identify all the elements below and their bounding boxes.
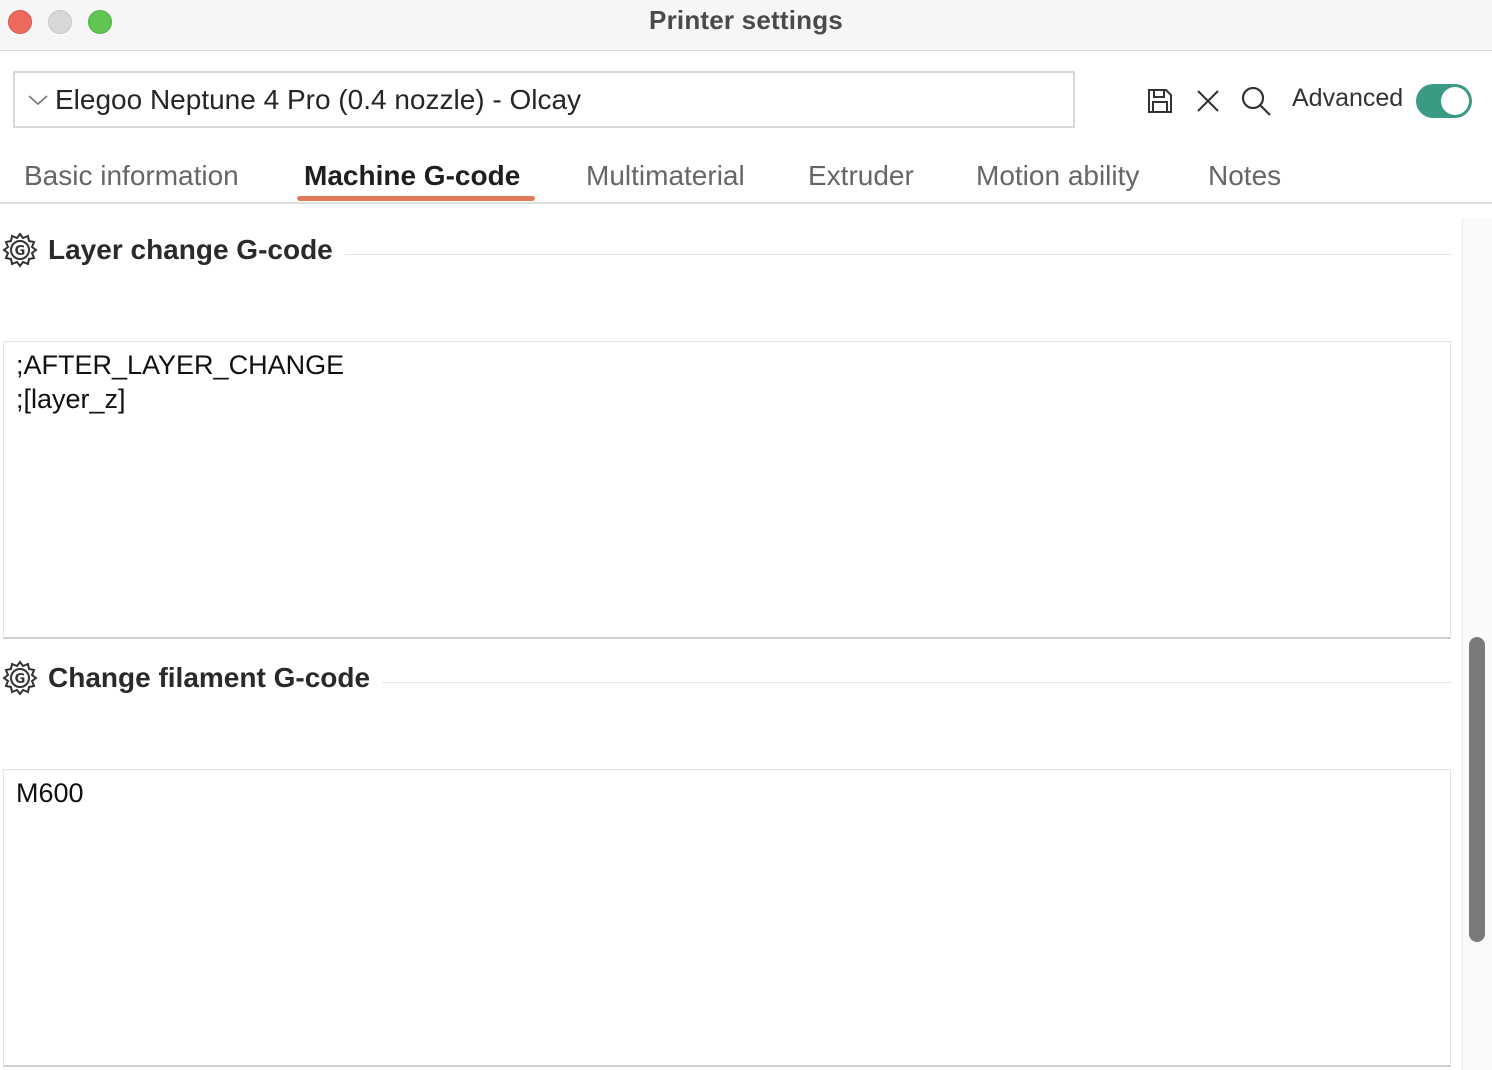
section-title-layer-change: Layer change G-code: [48, 234, 345, 266]
close-icon[interactable]: [1192, 85, 1224, 117]
settings-content-area: G Layer change G-code G Change filament …: [0, 206, 1462, 1070]
window-title: Printer settings: [649, 5, 843, 35]
tab-machine-gcode[interactable]: Machine G-code: [304, 160, 520, 192]
active-tab-indicator: [297, 196, 535, 201]
tab-motion-ability[interactable]: Motion ability: [976, 160, 1139, 192]
section-title-change-filament: Change filament G-code: [48, 662, 383, 694]
layer-change-gcode-editor[interactable]: [3, 341, 1451, 639]
printer-settings-window: Printer settings Elegoo Neptune 4 Pro (0…: [0, 0, 1492, 1070]
search-icon[interactable]: [1240, 85, 1272, 117]
svg-text:G: G: [15, 672, 26, 687]
change-filament-gcode-editor[interactable]: [3, 769, 1451, 1067]
toggle-knob: [1441, 87, 1469, 115]
tab-notes[interactable]: Notes: [1208, 160, 1281, 192]
save-icon[interactable]: [1144, 85, 1176, 117]
tab-basic-information[interactable]: Basic information: [24, 160, 239, 192]
settings-tab-bar: Basic information Machine G-code Multima…: [0, 150, 1492, 204]
section-header-change-filament: G Change filament G-code: [2, 660, 1452, 700]
gcode-gear-icon: G: [2, 660, 38, 696]
vertical-scrollbar-thumb[interactable]: [1469, 637, 1485, 942]
preset-selected-value: Elegoo Neptune 4 Pro (0.4 nozzle) - Olca…: [55, 83, 582, 115]
advanced-mode-toggle[interactable]: [1416, 84, 1472, 118]
chevron-down-icon: [27, 89, 49, 111]
section-header-layer-change: G Layer change G-code: [2, 232, 1452, 272]
advanced-mode-label: Advanced: [1292, 84, 1404, 112]
tab-multimaterial[interactable]: Multimaterial: [586, 160, 745, 192]
tab-extruder[interactable]: Extruder: [808, 160, 914, 192]
printer-preset-dropdown[interactable]: Elegoo Neptune 4 Pro (0.4 nozzle) - Olca…: [13, 71, 1075, 128]
title-bar: Printer settings: [0, 0, 1492, 51]
gcode-gear-icon: G: [2, 232, 38, 268]
svg-text:G: G: [15, 244, 26, 259]
